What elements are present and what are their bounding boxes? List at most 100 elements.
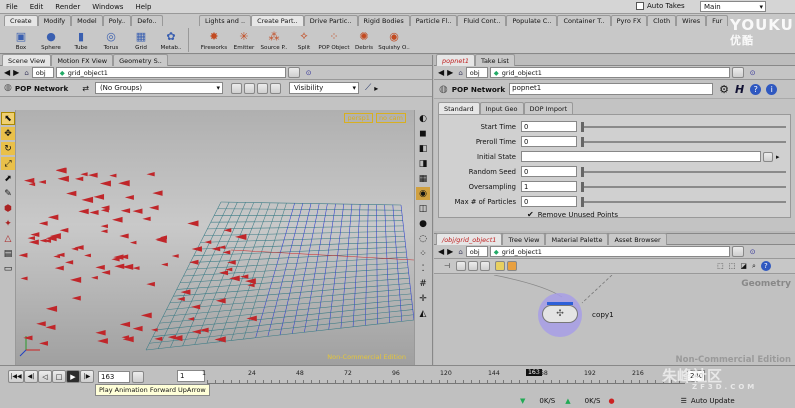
shelf-right-tab-7[interactable]: Container T.. [557,15,611,26]
shelf-right-tab-5[interactable]: Fluid Cont.. [457,15,507,26]
tab-input-geo[interactable]: Input Geo [479,102,524,114]
display-flag[interactable] [547,302,573,305]
shelf-tool-torus[interactable]: ◎ Torus [96,27,126,52]
menu-file[interactable]: File [0,3,24,11]
shelf-right-tab-10[interactable]: Wires [676,15,707,26]
pin-icon[interactable]: ⊙ [750,248,756,256]
time-ruler[interactable]: 1 24 48 72 96 120 144 163 168 192 216 [202,368,685,384]
shelf-tool-split[interactable]: ⟡ Split [289,27,319,51]
shelf-left-tab-3[interactable]: Poly.. [102,15,132,26]
max-particles-slider[interactable] [581,196,786,207]
desktop-select[interactable]: Main ▾ [700,1,766,12]
select-mode-icon[interactable]: ⇄ [82,84,89,93]
start-time-field[interactable]: 0 [521,121,577,132]
node-chooser-icon[interactable] [763,151,773,162]
tab-motion-fx-view[interactable]: Motion FX View [51,54,114,66]
gear-icon[interactable]: ⚙ [719,83,729,96]
no-cam-button[interactable]: no cam [375,113,406,123]
jump-icon[interactable]: ▸ [776,153,780,161]
auto-update-label[interactable]: Auto Update [691,397,735,405]
network-help-icon[interactable]: ? [760,261,771,271]
shelf-right-tab-1[interactable]: Create Part.. [251,15,304,26]
random-seed-slider[interactable] [581,166,786,177]
pin-icon[interactable]: ⊙ [750,69,756,77]
layout-icon[interactable]: ⬚ [717,262,724,270]
tab-standard[interactable]: Standard [438,102,480,114]
network-canvas[interactable]: Geometry ✣ copy1 Non-Commercial Edition [434,275,795,366]
tab-scene-view[interactable]: Scene View [2,54,52,66]
dependency-icon[interactable]: ⬚ [729,262,736,270]
preroll-time-slider[interactable] [581,136,786,147]
lighting-icon[interactable]: ◉ [416,187,430,200]
group-select[interactable]: (No Groups) ▾ [94,82,223,94]
shelf-tool-tube[interactable]: ▮ Tube [66,27,96,52]
checkmark-icon[interactable]: ✔ [527,210,534,219]
origin-icon[interactable]: ✛ [416,292,430,305]
tab-material-palette[interactable]: Material Palette [545,233,609,245]
snapshot-icon[interactable]: ▭ [1,262,15,275]
tab-geometry-spreadsheet[interactable]: Geometry S.. [113,54,168,66]
tile-mode-icon[interactable] [480,261,491,271]
points-display-icon[interactable]: ⁘ [416,247,430,260]
3d-viewport[interactable]: persp1 no cam Non-Commercial Edition Z [16,110,414,365]
shading-icon[interactable]: ◨ [416,157,430,170]
find-icon[interactable]: ⌕ [752,262,756,271]
shelf-tool-box[interactable]: ▣ Box [6,27,36,52]
random-seed-field[interactable]: 0 [521,166,577,177]
path-dropdown-button[interactable] [287,67,300,78]
start-time-slider[interactable] [581,121,786,132]
background-icon[interactable]: ◫ [416,202,430,215]
shelf-tool-metaball[interactable]: ✿ Metab.. [156,27,186,52]
forward-arrow-icon[interactable]: ▶ [447,247,453,256]
play-forward-icon[interactable]: ▶ [66,370,80,383]
view-tool-icon[interactable]: ⬢ [1,202,15,215]
select-vertex-icon[interactable] [269,82,281,94]
sticky-note-icon[interactable] [495,261,506,271]
forward-arrow-icon[interactable]: ▶ [447,68,453,77]
tab-tree-view[interactable]: Tree View [502,233,546,245]
back-arrow-icon[interactable]: ◀ [438,247,444,256]
back-arrow-icon[interactable]: ◀ [4,68,10,77]
rotate-tool-icon[interactable]: ↻ [1,142,15,155]
measure-tool-icon[interactable]: △ [1,232,15,245]
back-arrow-icon[interactable]: ◀ [438,68,444,77]
visibility-select[interactable]: Visibility ▾ [288,82,359,94]
menu-windows[interactable]: Windows [86,3,129,11]
path-grid-object[interactable]: ◆ grid_object1 [489,67,730,78]
path-grid-object[interactable]: ◆ grid_object1 [55,67,286,78]
lock-camera-icon[interactable]: ◧ [416,142,430,155]
path-obj[interactable]: obj [465,67,488,78]
jump-start-icon[interactable]: |◀◀ [8,370,24,383]
range-start-field[interactable]: 1 [175,370,205,382]
shelf-tool-sphere[interactable]: ● Sphere [36,27,66,52]
shelf-right-tab-9[interactable]: Cloth [647,15,677,26]
normals-icon[interactable]: ⁚ [416,262,430,275]
transform-tool-icon[interactable]: ✥ [1,127,15,140]
tab-popnet1[interactable]: popnet1 [436,54,476,66]
oversampling-field[interactable]: 1 [521,181,577,192]
pin-icon[interactable]: ⊙ [306,69,312,77]
forward-arrow-icon[interactable]: ▶ [13,68,19,77]
preroll-time-field[interactable]: 0 [521,136,577,147]
shelf-left-tab-4[interactable]: Defo.. [131,15,163,26]
info-icon[interactable]: i [766,83,778,95]
shelf-right-tab-6[interactable]: Populate C.. [506,15,558,26]
current-frame-field[interactable]: 163 [98,370,130,383]
shelf-right-tab-11[interactable]: Fur [706,15,729,26]
shelf-tool-source-particle[interactable]: ⁂ Source P.. [259,27,289,52]
shelf-left-tab-0[interactable]: Create [4,15,38,26]
range-start-value[interactable]: 1 [177,370,205,382]
pose-tool-icon[interactable]: ⬈ [1,172,15,185]
shelf-left-tab-1[interactable]: Modify [37,15,72,26]
shelf-right-tab-2[interactable]: Drive Partic.. [303,15,358,26]
question-icon[interactable]: ? [750,83,762,95]
settings-icon[interactable]: ▸ [374,84,378,93]
path-obj[interactable]: obj [31,67,54,78]
select-prims-icon[interactable] [256,82,268,94]
shelf-tool-pop-object[interactable]: ⁘ POP Object [318,27,349,52]
camera-icon[interactable]: ◼ [416,127,430,140]
grid-display-icon[interactable]: ▦ [416,172,430,185]
brush-tool-icon[interactable]: ✦ [1,217,15,230]
step-forward-icon[interactable]: |▶ [80,370,94,383]
shelf-right-tab-4[interactable]: Particle Fl.. [409,15,458,26]
